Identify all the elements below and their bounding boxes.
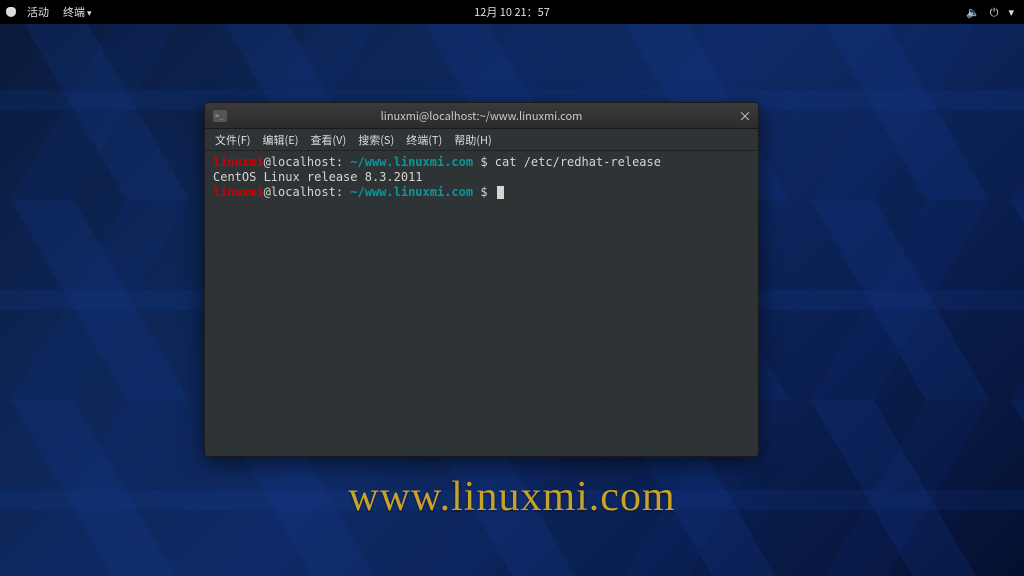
gnome-logo-icon [6, 7, 16, 17]
window-title: linuxmi@localhost:~/www.linuxmi.com [381, 108, 583, 124]
terminal-window: linuxmi@localhost:~/www.linuxmi.com × 文件… [204, 102, 759, 457]
menu-terminal[interactable]: 终端(T) [402, 132, 446, 148]
menu-file[interactable]: 文件(F) [211, 132, 255, 148]
terminal-output[interactable]: linuxmi@localhost: ~/www.linuxmi.com $ c… [205, 151, 758, 456]
clock-label[interactable]: 12月 10 21：57 [468, 4, 556, 20]
terminal-menubar: 文件(F) 编辑(E) 查看(V) 搜索(S) 终端(T) 帮助(H) [205, 129, 758, 151]
watermark-text: www.linuxmi.com [348, 473, 675, 521]
menu-help[interactable]: 帮助(H) [450, 132, 495, 148]
terminal-app-icon [213, 110, 227, 122]
close-button[interactable]: × [732, 106, 758, 125]
power-icon[interactable]: ⏻ [990, 4, 999, 20]
menu-edit[interactable]: 编辑(E) [259, 132, 303, 148]
menu-view[interactable]: 查看(V) [306, 132, 350, 148]
activities-button[interactable]: 活动 [21, 4, 55, 20]
volume-icon[interactable]: 🔈 [966, 4, 980, 20]
gnome-topbar: 活动 终端 12月 10 21：57 🔈 ⏻ ▾ [0, 0, 1024, 24]
window-titlebar[interactable]: linuxmi@localhost:~/www.linuxmi.com × [205, 103, 758, 129]
app-menu-button[interactable]: 终端 [57, 4, 98, 20]
system-menu-caret-icon[interactable]: ▾ [1008, 4, 1014, 20]
menu-search[interactable]: 搜索(S) [354, 132, 398, 148]
